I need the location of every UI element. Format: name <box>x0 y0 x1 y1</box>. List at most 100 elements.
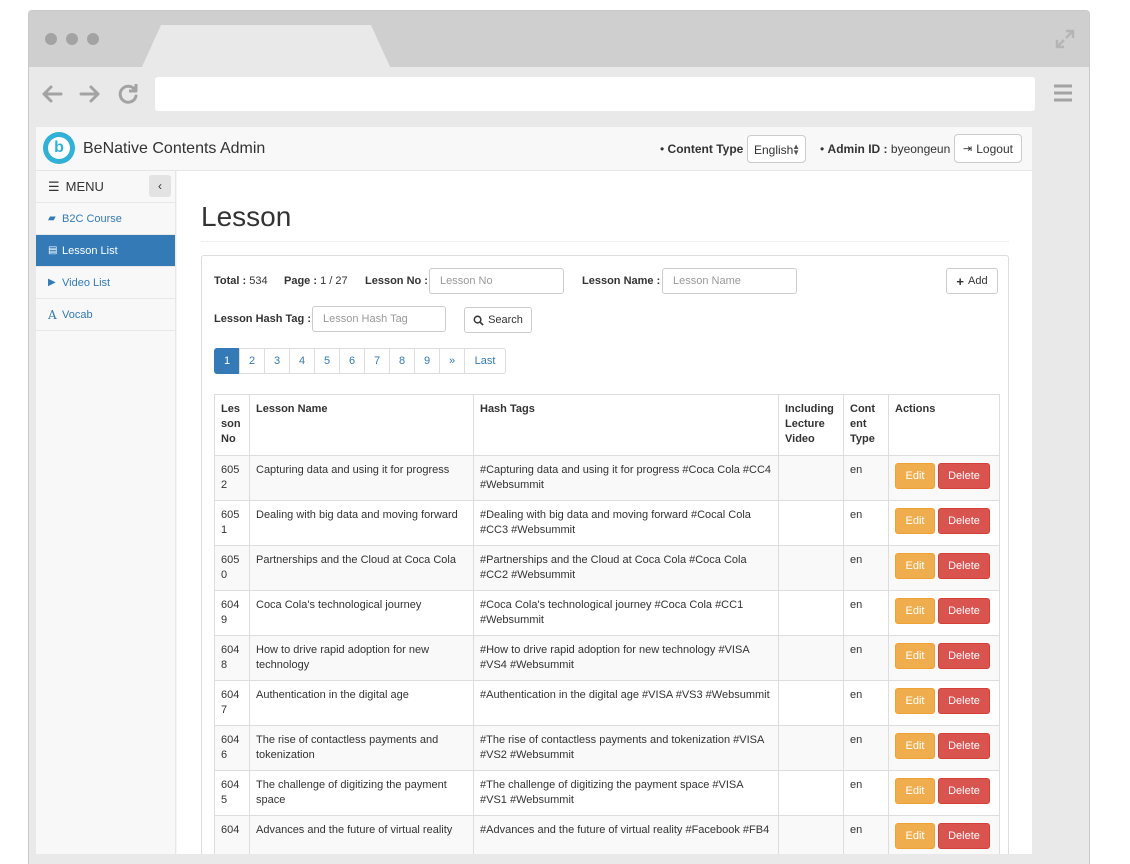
cell-content-type: en <box>843 455 889 501</box>
expand-icon[interactable] <box>1055 29 1075 49</box>
lesson-name-label: Lesson Name : <box>582 275 661 287</box>
table-row: 605 2 Capturing data and using it for pr… <box>214 455 1000 501</box>
page-info: Page : 1 / 27 <box>284 275 348 287</box>
add-lesson-button[interactable]: + Add <box>946 268 998 294</box>
page-link-3[interactable]: 3 <box>264 348 290 374</box>
cell-lecture-video <box>778 500 844 546</box>
edit-button[interactable]: Edit <box>895 598 935 624</box>
maximize-window-dot[interactable] <box>87 33 99 45</box>
url-bar[interactable] <box>155 77 1035 111</box>
cell-lesson-name: How to drive rapid adoption for new tech… <box>249 635 474 681</box>
sidebar-item-lesson-list[interactable]: ▤ Lesson List <box>36 235 175 267</box>
cell-lesson-name: Authentication in the digital age <box>249 680 474 726</box>
page-link-7[interactable]: 7 <box>364 348 390 374</box>
close-window-dot[interactable] <box>45 33 57 45</box>
admin-app: b BeNative Contents Admin • Content Type… <box>36 127 1032 854</box>
edit-button[interactable]: Edit <box>895 778 935 804</box>
browser-tab[interactable] <box>141 25 391 69</box>
admin-id-info: • Admin ID : byeongeun <box>820 142 951 156</box>
cell-lesson-name: The rise of contactless payments and tok… <box>249 725 474 771</box>
delete-button[interactable]: Delete <box>938 463 990 489</box>
delete-button[interactable]: Delete <box>938 553 990 579</box>
cell-hash-tags: #Capturing data and using it for progres… <box>473 455 779 501</box>
plus-icon: + <box>956 273 964 289</box>
page-title: Lesson <box>201 201 292 232</box>
page-link-4[interactable]: 4 <box>289 348 315 374</box>
table-header-row: Les son No Lesson Name Hash Tags Includi… <box>214 394 1000 456</box>
content-type-select[interactable]: English ▲ ▼ <box>747 135 806 163</box>
delete-button[interactable]: Delete <box>938 508 990 534</box>
page-link-6[interactable]: 6 <box>339 348 365 374</box>
benative-logo-icon: b <box>43 132 75 164</box>
search-button[interactable]: Search <box>464 307 532 333</box>
cell-lesson-name: Coca Cola's technological journey <box>249 590 474 636</box>
content-type-value: English <box>754 143 794 157</box>
browser-menu-icon[interactable] <box>1053 83 1073 103</box>
col-header-lecture-video: Including Lecture Video <box>778 394 844 456</box>
cell-content-type: en <box>843 725 889 771</box>
minimize-window-dot[interactable] <box>66 33 78 45</box>
page-link-next[interactable]: » <box>439 348 465 374</box>
edit-button[interactable]: Edit <box>895 553 935 579</box>
col-header-lesson-no: Les son No <box>214 394 250 456</box>
browser-nav-bar <box>29 67 1089 123</box>
total-info: Total : 534 <box>214 275 268 287</box>
page-link-5[interactable]: 5 <box>314 348 340 374</box>
col-header-lesson-name: Lesson Name <box>249 394 474 456</box>
delete-button[interactable]: Delete <box>938 643 990 669</box>
sidebar-item-vocab[interactable]: A Vocab <box>36 299 175 331</box>
page-link-8[interactable]: 8 <box>389 348 415 374</box>
sidebar-collapse-button[interactable]: ‹ <box>149 175 171 197</box>
cell-hash-tags: #Advances and the future of virtual real… <box>473 815 779 854</box>
cell-hash-tags: #Authentication in the digital age #VISA… <box>473 680 779 726</box>
table-row: 604 9 Coca Cola's technological journey … <box>214 590 1000 636</box>
sidebar-item-b2c-course[interactable]: ▰ B2C Course <box>36 203 175 235</box>
delete-button[interactable]: Delete <box>938 823 990 849</box>
table-row: 604 8 How to drive rapid adoption for ne… <box>214 635 1000 681</box>
page-link-2[interactable]: 2 <box>239 348 265 374</box>
app-header: b BeNative Contents Admin • Content Type… <box>36 127 1032 171</box>
edit-button[interactable]: Edit <box>895 508 935 534</box>
cell-actions: Edit Delete <box>888 545 1000 591</box>
back-arrow-icon[interactable] <box>39 81 65 107</box>
cell-lecture-video <box>778 815 844 854</box>
cell-lesson-no: 604 5 <box>214 770 250 816</box>
edit-button[interactable]: Edit <box>895 733 935 759</box>
cell-lesson-no: 604 6 <box>214 725 250 771</box>
logout-button[interactable]: ⇥ Logout <box>954 134 1022 163</box>
delete-button[interactable]: Delete <box>938 778 990 804</box>
cell-lesson-name: Advances and the future of virtual reali… <box>249 815 474 854</box>
delete-button[interactable]: Delete <box>938 598 990 624</box>
edit-button[interactable]: Edit <box>895 688 935 714</box>
edit-button[interactable]: Edit <box>895 463 935 489</box>
hash-tag-input[interactable]: Lesson Hash Tag <box>312 306 446 332</box>
lesson-no-label: Lesson No : <box>365 275 428 287</box>
reload-icon[interactable] <box>115 81 141 107</box>
sidebar-item-video-list[interactable]: ▶ Video List <box>36 267 175 299</box>
cell-actions: Edit Delete <box>888 725 1000 771</box>
lesson-name-input[interactable]: Lesson Name <box>662 268 797 294</box>
lesson-table: Les son No Lesson Name Hash Tags Includi… <box>214 394 1000 854</box>
table-row: 604 5 The challenge of digitizing the pa… <box>214 770 1000 816</box>
forward-arrow-icon[interactable] <box>77 81 103 107</box>
font-icon: A <box>48 307 57 322</box>
cell-content-type: en <box>843 770 889 816</box>
admin-id-value: byeongeun <box>890 142 951 156</box>
edit-button[interactable]: Edit <box>895 823 935 849</box>
book-icon: ▰ <box>48 213 56 224</box>
cell-actions: Edit Delete <box>888 770 1000 816</box>
lesson-no-input[interactable]: Lesson No <box>429 268 564 294</box>
sign-out-icon: ⇥ <box>963 143 973 155</box>
page-link-1[interactable]: 1 <box>214 348 240 374</box>
edit-button[interactable]: Edit <box>895 643 935 669</box>
page-link-last[interactable]: Last <box>464 348 506 374</box>
table-row: 604 6 The rise of contactless payments a… <box>214 725 1000 771</box>
content-type-label: • Content Type : <box>660 142 751 156</box>
delete-button[interactable]: Delete <box>938 733 990 759</box>
page-link-9[interactable]: 9 <box>414 348 440 374</box>
cell-lecture-video <box>778 725 844 771</box>
delete-button[interactable]: Delete <box>938 688 990 714</box>
cell-lesson-name: Capturing data and using it for progress <box>249 455 474 501</box>
cell-actions: Edit Delete <box>888 635 1000 681</box>
cell-lesson-name: Partnerships and the Cloud at Coca Cola <box>249 545 474 591</box>
